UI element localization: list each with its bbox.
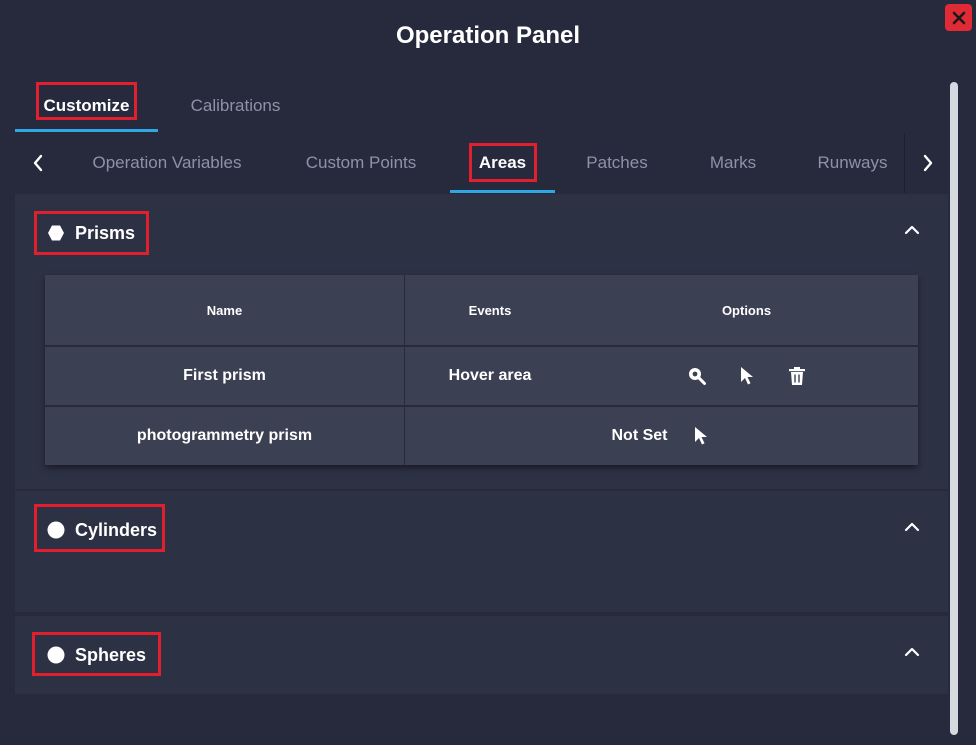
section-cylinders-header[interactable]: Cylinders bbox=[15, 491, 948, 567]
section-prisms: Prisms Name Events Options First prism H… bbox=[15, 194, 948, 489]
tab-calibrations[interactable]: Calibrations bbox=[158, 80, 313, 132]
tab-patches-label: Patches bbox=[586, 153, 648, 172]
header-events-cell: Events bbox=[405, 275, 575, 345]
chevron-up-icon[interactable] bbox=[903, 643, 921, 661]
row-events: Hover area bbox=[448, 367, 532, 384]
chevron-right-icon bbox=[923, 154, 932, 172]
table-header-row: Name Events Options bbox=[45, 275, 918, 345]
header-name: Name bbox=[206, 302, 243, 318]
row-events-cell: Hover area bbox=[405, 347, 575, 405]
main-tabs: Customize Calibrations bbox=[15, 80, 313, 132]
header-options-cell: Options bbox=[575, 275, 918, 345]
pointer-icon[interactable] bbox=[690, 425, 712, 447]
section-cylinders-title: Cylinders bbox=[75, 520, 158, 540]
row-options-cell bbox=[575, 347, 918, 405]
circle-icon bbox=[47, 646, 65, 664]
tab-custom-points[interactable]: Custom Points bbox=[290, 133, 432, 193]
row-name-cell: photogrammetry prism bbox=[45, 407, 405, 465]
row-name: photogrammetry prism bbox=[136, 427, 313, 444]
tab-custom-points-label: Custom Points bbox=[305, 153, 417, 172]
panel-title: Operation Panel bbox=[395, 22, 581, 49]
tab-runways[interactable]: Runways bbox=[805, 133, 900, 193]
zoom-search-icon[interactable] bbox=[686, 365, 708, 387]
row-name: First prism bbox=[183, 367, 266, 384]
section-prisms-title: Prisms bbox=[75, 223, 136, 243]
tab-areas[interactable]: Areas bbox=[450, 133, 555, 193]
pointer-icon[interactable] bbox=[736, 365, 758, 387]
chevron-left-icon bbox=[33, 154, 43, 172]
scroll-right-button[interactable] bbox=[904, 133, 950, 193]
header-events: Events bbox=[468, 302, 512, 318]
sub-tabs-bar: Operation Variables Custom Points Areas … bbox=[15, 133, 948, 193]
tab-calibrations-label: Calibrations bbox=[190, 96, 281, 115]
tab-operation-variables[interactable]: Operation Variables bbox=[76, 133, 258, 193]
section-prisms-header[interactable]: Prisms bbox=[15, 194, 948, 270]
header-name-cell: Name bbox=[45, 275, 405, 345]
tab-operation-variables-label: Operation Variables bbox=[92, 153, 242, 172]
tab-marks-label: Marks bbox=[709, 153, 757, 172]
prisms-table: Name Events Options First prism Hover ar… bbox=[45, 275, 918, 465]
circle-icon bbox=[47, 521, 65, 539]
scroll-left-button[interactable] bbox=[15, 133, 61, 193]
tab-customize[interactable]: Customize bbox=[15, 80, 158, 132]
trash-icon[interactable] bbox=[786, 365, 808, 387]
spheres-body bbox=[15, 694, 948, 740]
section-spheres-header[interactable]: Spheres bbox=[15, 616, 948, 692]
section-cylinders: Cylinders bbox=[15, 491, 948, 612]
hexagon-icon bbox=[48, 225, 64, 241]
tab-patches[interactable]: Patches bbox=[573, 133, 661, 193]
chevron-up-icon[interactable] bbox=[903, 518, 921, 536]
header-options: Options bbox=[721, 302, 772, 318]
tab-areas-label: Areas bbox=[478, 153, 527, 172]
tab-runways-label: Runways bbox=[817, 153, 888, 172]
row-events-options-cell: Not Set bbox=[405, 407, 918, 465]
section-spheres: Spheres bbox=[15, 616, 948, 740]
chevron-up-icon[interactable] bbox=[903, 221, 921, 239]
tab-customize-label: Customize bbox=[43, 96, 130, 115]
scrollbar[interactable] bbox=[950, 82, 958, 735]
table-row: First prism Hover area bbox=[45, 345, 918, 405]
section-spheres-title: Spheres bbox=[75, 645, 147, 665]
tab-marks[interactable]: Marks bbox=[691, 133, 775, 193]
row-not-set: Not Set bbox=[611, 427, 668, 444]
table-row: photogrammetry prism Not Set bbox=[45, 405, 918, 465]
row-name-cell: First prism bbox=[45, 347, 405, 405]
